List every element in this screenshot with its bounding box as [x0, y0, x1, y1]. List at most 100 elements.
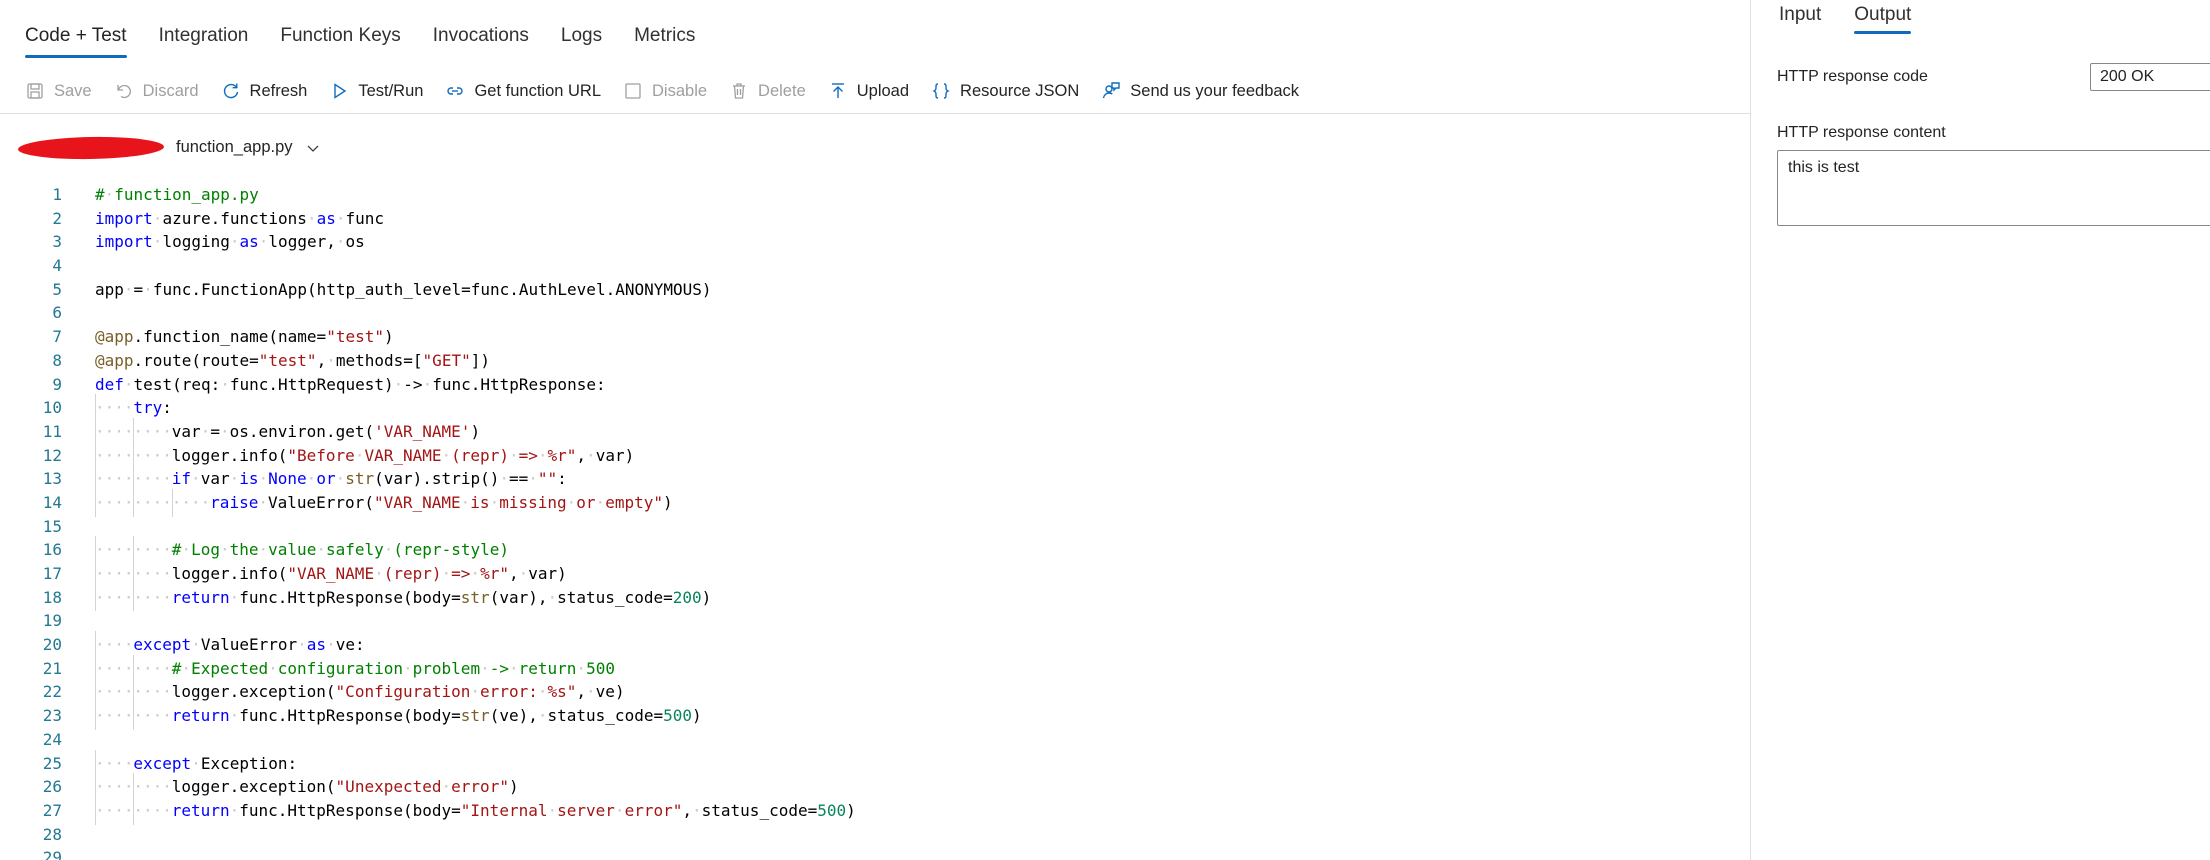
http-response-content-field[interactable]: this is test	[1777, 150, 2210, 226]
undo-icon	[114, 81, 134, 101]
send-feedback-button[interactable]: Send us your feedback	[1101, 81, 1299, 101]
code-text: ········return·func.HttpResponse(body=st…	[95, 583, 711, 612]
code-text: @app.route(route="test",·methods=["GET"]…	[95, 350, 490, 370]
redacted-resource-name	[17, 135, 165, 161]
code-line[interactable]: 17 ········logger.info("VAR_NAME·(repr)·=…	[0, 560, 1745, 588]
code-text: #·function_app.py	[95, 185, 259, 204]
code-editor[interactable]: 1 #·function_app.py 2 import·azure.function…	[0, 183, 1745, 860]
checkbox-icon	[623, 81, 643, 101]
panel-tab-bar: Input Output	[1779, 0, 1944, 36]
resource-json-button[interactable]: Resource JSON	[931, 81, 1079, 101]
get-function-url-label: Get function URL	[474, 81, 602, 100]
http-response-code-field[interactable]: 200 OK	[2090, 63, 2210, 91]
upload-button[interactable]: Upload	[828, 81, 909, 101]
braces-icon	[931, 81, 951, 101]
code-line[interactable]: 24	[0, 728, 1745, 752]
tab-logs[interactable]: Logs	[561, 0, 619, 60]
test-run-button[interactable]: Test/Run	[329, 81, 423, 101]
line-number: 22	[42, 682, 62, 702]
code-line[interactable]: 10 ····try:	[0, 394, 1745, 422]
code-line[interactable]: 15	[0, 515, 1745, 539]
tab-function-keys[interactable]: Function Keys	[280, 0, 417, 60]
code-line[interactable]: 1 #·function_app.py	[0, 183, 1745, 207]
code-line[interactable]: 21 ········#·Expected·configuration·probl…	[0, 654, 1745, 683]
code-text: ········logger.exception("Configuration·…	[95, 678, 625, 706]
tab-output[interactable]: Output	[1854, 0, 1912, 36]
test-run-label: Test/Run	[358, 81, 424, 100]
code-line[interactable]: 12 ········logger.info("Before·VAR_NAME·(…	[0, 441, 1745, 469]
code-text: ····except·Exception:	[95, 749, 297, 777]
line-number: 6	[52, 303, 62, 323]
code-line[interactable]: 23 ········return·func.HttpResponse(body=…	[0, 702, 1745, 730]
line-number: 28	[42, 824, 62, 844]
code-line[interactable]: 29	[0, 846, 1745, 860]
test-run-panel: Input Output HTTP response code 200 OK H…	[1750, 0, 2210, 860]
code-text: ············raise·ValueError("VAR_NAME·i…	[95, 488, 673, 517]
code-line[interactable]: 8 @app.route(route="test",·methods=["GET"…	[0, 349, 1745, 373]
line-number: 15	[42, 516, 62, 536]
code-line[interactable]: 28	[0, 823, 1745, 847]
code-text: ········return·func.HttpResponse(body=st…	[95, 702, 702, 730]
code-line[interactable]: 20 ····except·ValueError·as·ve:	[0, 631, 1745, 659]
code-line[interactable]: 7 @app.function_name(name="test")	[0, 325, 1745, 349]
upload-label: Upload	[856, 81, 910, 100]
line-number: 8	[52, 350, 62, 370]
code-line[interactable]: 25 ····except·Exception:	[0, 749, 1745, 777]
code-text: ········logger.info("VAR_NAME·(repr)·=>·…	[95, 560, 567, 588]
disable-label: Disable	[652, 81, 708, 100]
code-line[interactable]: 18 ········return·func.HttpResponse(body=…	[0, 583, 1745, 612]
code-line[interactable]: 14 ············raise·ValueError("VAR_NAME…	[0, 488, 1745, 517]
discard-button[interactable]: Discard	[114, 81, 199, 101]
code-text: ········if·var·is·None·or·str(var).strip…	[95, 465, 567, 493]
tab-metrics[interactable]: Metrics	[634, 0, 712, 60]
code-line[interactable]: 9 def·test(req:·func.HttpRequest)·->·func…	[0, 373, 1745, 397]
toolbar-divider	[0, 113, 1750, 114]
code-line[interactable]: 27 ········return·func.HttpResponse(body=…	[0, 796, 1745, 825]
refresh-icon	[221, 81, 241, 101]
save-label: Save	[54, 81, 92, 100]
code-text: ········#·Expected·configuration·problem…	[95, 654, 615, 683]
code-line[interactable]: 19	[0, 609, 1745, 633]
line-number: 27	[42, 800, 62, 820]
code-line[interactable]: 3 import·logging·as·logger,·os	[0, 230, 1745, 254]
tab-invocations[interactable]: Invocations	[433, 0, 546, 60]
link-icon	[445, 81, 465, 101]
line-number: 16	[42, 540, 62, 560]
line-number: 14	[42, 492, 62, 512]
line-number: 17	[42, 564, 62, 583]
feedback-person-icon	[1101, 81, 1121, 101]
code-line[interactable]: 16 ········#·Log·the·value·safely·(repr-s…	[0, 536, 1745, 564]
code-text: @app.function_name(name="test")	[95, 327, 394, 347]
tab-integration[interactable]: Integration	[159, 0, 266, 60]
line-number: 26	[42, 777, 62, 797]
code-text: app·=·func.FunctionApp(http_auth_level=f…	[95, 279, 712, 299]
disable-button[interactable]: Disable	[623, 81, 707, 101]
http-response-code-label: HTTP response code	[1777, 68, 1928, 85]
refresh-button[interactable]: Refresh	[221, 81, 308, 101]
code-line[interactable]: 6	[0, 301, 1745, 325]
upload-icon	[828, 81, 848, 101]
code-text: ········logger.exception("Unexpected·err…	[95, 773, 519, 801]
tab-input[interactable]: Input	[1779, 0, 1821, 36]
code-line[interactable]: 26 ········logger.exception("Unexpected·e…	[0, 773, 1745, 801]
get-function-url-button[interactable]: Get function URL	[445, 81, 601, 101]
code-line[interactable]: 5 app·=·func.FunctionApp(http_auth_level=…	[0, 278, 1745, 302]
code-line[interactable]: 11 ········var·=·os.environ.get('VAR_NAME…	[0, 417, 1745, 446]
file-selector-dropdown[interactable]: function_app.py	[176, 138, 321, 157]
code-line[interactable]: 13 ········if·var·is·None·or·str(var).str…	[0, 465, 1745, 493]
save-button[interactable]: Save	[25, 81, 92, 101]
line-number: 18	[42, 587, 62, 607]
tab-code-test[interactable]: Code + Test	[25, 0, 144, 60]
line-number: 24	[42, 729, 62, 749]
line-number: 9	[52, 374, 62, 394]
save-icon	[25, 81, 45, 101]
code-text: ····try:	[95, 394, 172, 422]
code-line[interactable]: 2 import·azure.functions·as·func	[0, 207, 1745, 231]
delete-button[interactable]: Delete	[729, 81, 806, 101]
code-line[interactable]: 22 ········logger.exception("Configuratio…	[0, 678, 1745, 706]
refresh-label: Refresh	[249, 81, 308, 100]
code-text: import·logging·as·logger,·os	[95, 232, 365, 252]
code-line[interactable]: 4	[0, 254, 1745, 278]
line-number: 7	[52, 327, 62, 347]
file-name: function_app.py	[176, 138, 293, 156]
